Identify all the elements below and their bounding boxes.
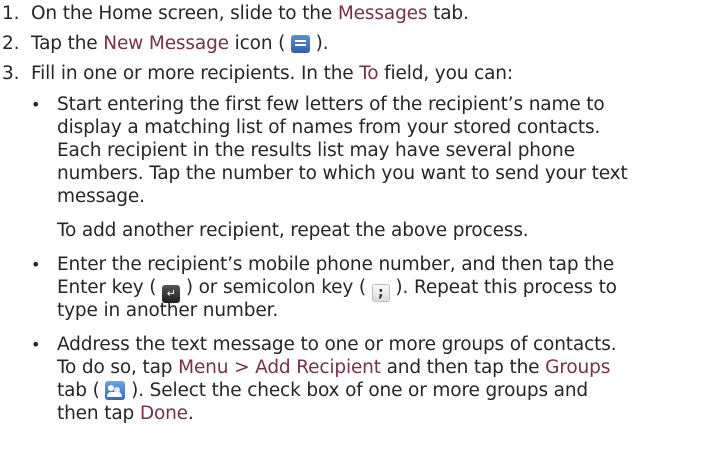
groups-tab-label: Groups [545,357,611,378]
step-number: 2. [2,33,20,54]
bullet-text-line: Each recipient in the results list may h… [57,140,575,161]
bullet-text-line: Enter the recipient’s mobile phone numbe… [57,254,615,275]
new-message-icon [290,35,310,53]
bullet-text-line: To do so, tap Menu > Add Recipient and t… [57,357,611,378]
bullet-text-line: Address the text message to one or more … [57,334,617,355]
step-text: Tap the New Message icon ( ). [31,33,329,54]
bullet-text-line: type in another number. [57,300,279,321]
step-text: On the Home screen, slide to the Message… [31,3,469,24]
bullet-text-line: tab ( ). Select the check box of one or … [57,380,589,401]
step-number: 3. [2,63,20,84]
step-text: Fill in one or more recipients. In the T… [31,63,513,84]
semicolon-key-icon: ; [371,284,390,302]
bullet-note: To add another recipient, repeat the abo… [57,220,529,241]
bullet-text-line: message. [57,186,145,207]
step-number: 1. [2,3,20,24]
messages-tab-label: Messages [337,3,428,24]
done-label: Done [139,403,188,424]
bullet-marker: • [31,255,41,274]
groups-tab-icon [105,381,126,400]
bullet-text-line: Start entering the first few letters of … [57,94,605,115]
bullet-text-line: then tap Done. [57,403,194,424]
to-field-label: To [359,63,379,84]
bullet-text-line: numbers. Tap the number to which you wan… [57,163,628,184]
new-message-label: New Message [103,33,229,54]
bullet-text-line: display a matching list of names from yo… [57,117,601,138]
bullet-marker: • [31,95,41,114]
menu-add-recipient-label: Menu > Add Recipient [178,357,381,378]
bullet-marker: • [31,335,41,354]
